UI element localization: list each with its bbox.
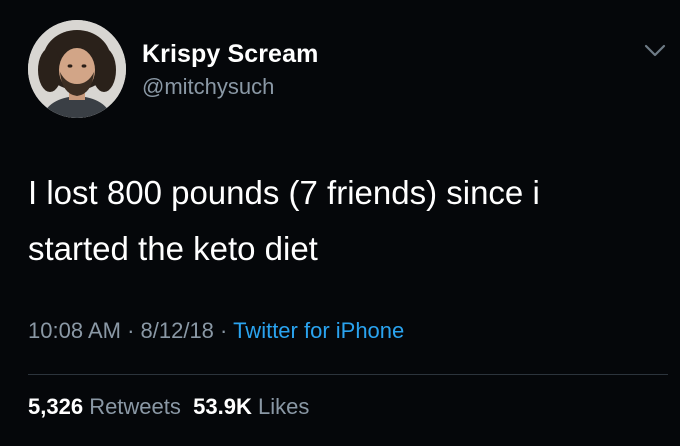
retweets-count: 5,326 (28, 394, 84, 419)
avatar-image (28, 20, 126, 118)
tweet-source-link[interactable]: Twitter for iPhone (233, 318, 404, 343)
tweet-text-line: started the keto diet (28, 230, 318, 267)
tweet-meta: 10:08 AM · 8/12/18 · Twitter for iPhone (28, 318, 404, 344)
chevron-down-icon[interactable] (642, 40, 668, 60)
tweet-text: I lost 800 pounds (7 friends) since i st… (28, 165, 658, 277)
avatar[interactable] (28, 20, 126, 118)
divider (28, 374, 668, 375)
retweets-stat[interactable]: 5,326 Retweets (28, 394, 181, 419)
likes-count: 53.9K (193, 394, 252, 419)
tweet-time[interactable]: 10:08 AM (28, 318, 121, 343)
user-handle[interactable]: @mitchysuch (142, 74, 274, 100)
tweet-date[interactable]: 8/12/18 (141, 318, 214, 343)
meta-separator: · (120, 318, 141, 343)
tweet-text-line: I lost 800 pounds (7 friends) since i (28, 174, 540, 211)
tweet-stats: 5,326 Retweets 53.9K Likes (28, 394, 309, 420)
tweet-card: Krispy Scream @mitchysuch I lost 800 pou… (0, 0, 680, 446)
retweets-label: Retweets (89, 394, 181, 419)
display-name[interactable]: Krispy Scream (142, 40, 318, 69)
likes-label: Likes (257, 394, 310, 419)
meta-separator: · (213, 318, 234, 343)
likes-stat[interactable]: 53.9K Likes (193, 394, 309, 419)
